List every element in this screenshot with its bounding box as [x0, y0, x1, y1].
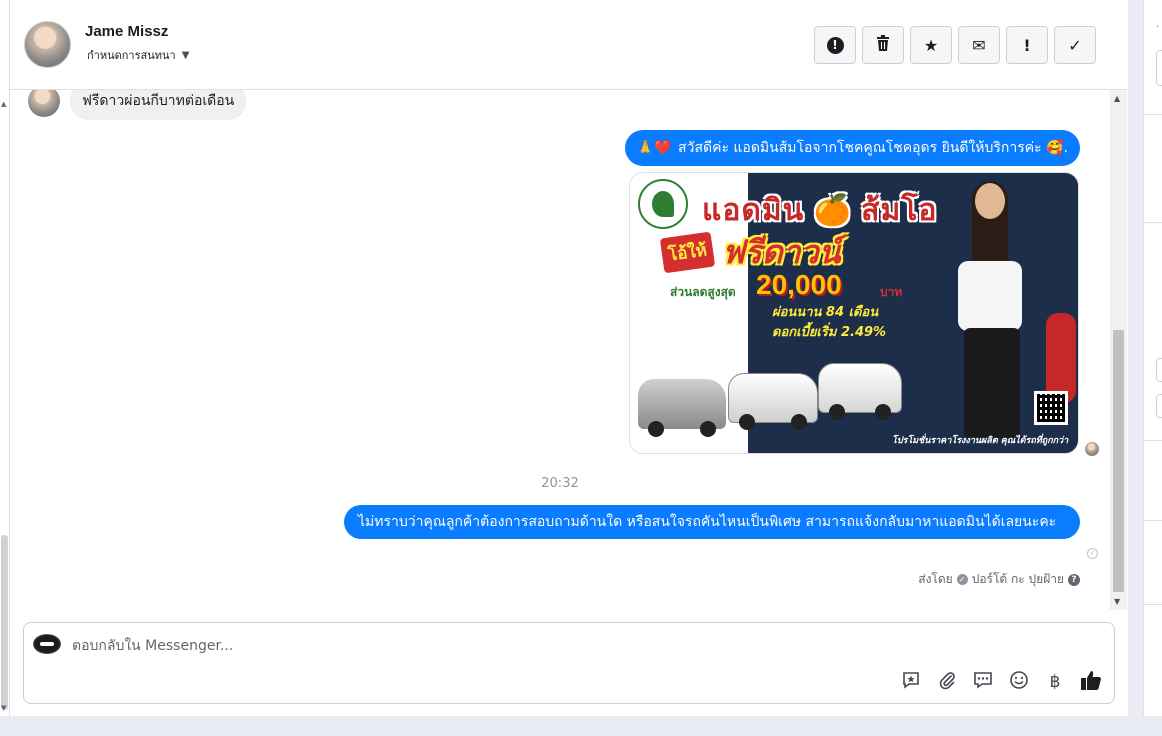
emoji-button[interactable] — [1008, 670, 1030, 695]
thread-scroll-thumb[interactable] — [1113, 330, 1124, 592]
alert-circle-icon: ! — [826, 36, 844, 54]
left-scrollbar[interactable]: ▲ ▼ — [0, 0, 10, 716]
saved-reply-icon — [901, 670, 921, 695]
mark-done-button[interactable]: ✓ — [1054, 26, 1096, 64]
conversation-header: Jame Missz กำหนดการสนทนา ▼ ! ★ ✉ ! ✓ — [10, 0, 1128, 90]
thumbs-up-icon — [1080, 669, 1102, 696]
smiley-icon — [1009, 670, 1029, 695]
header-toolbar: ! ★ ✉ ! ✓ — [814, 26, 1096, 64]
sidebar-text-fragment: · — [1156, 22, 1160, 33]
envelope-icon: ✉ — [972, 35, 986, 55]
promo-discount-amount: 20,000 — [756, 269, 842, 300]
sidebar-divider — [1144, 604, 1162, 605]
promo-give-label: โอ้ให้ — [659, 231, 716, 274]
message-thread[interactable]: ฟรีดาวผ่อนกีบาทต่อเดือน 🙏❤️ สวัสดีค่ะ แอ… — [10, 90, 1110, 610]
promo-rate: ดอกเบี้ยเริ่ม 2.49% — [772, 325, 887, 340]
contact-avatar[interactable] — [24, 21, 71, 68]
paperclip-icon — [937, 670, 957, 695]
scroll-down-arrow-icon[interactable]: ▼ — [1, 704, 6, 712]
scroll-down-arrow-icon[interactable]: ▼ — [1114, 597, 1120, 606]
check-icon: ✓ — [1068, 35, 1082, 55]
quick-reply-button[interactable] — [972, 671, 994, 693]
delete-button[interactable] — [862, 26, 904, 64]
page-footer-band — [0, 716, 1162, 736]
thread-scrollbar[interactable]: ▲ ▼ — [1110, 90, 1127, 610]
star-icon: ★ — [923, 35, 939, 55]
scroll-up-arrow-icon[interactable]: ▲ — [1114, 94, 1120, 103]
composer-toolbar: ฿ — [900, 669, 1102, 696]
page-avatar — [33, 634, 61, 654]
sedan-car-graphic — [638, 379, 726, 437]
sidebar-divider — [1144, 440, 1162, 441]
help-icon[interactable]: ? — [1068, 573, 1080, 586]
payment-button[interactable]: ฿ — [1044, 671, 1066, 693]
like-button[interactable] — [1080, 669, 1102, 696]
sidebar-divider — [1144, 114, 1162, 115]
caret-down-icon: ▼ — [181, 49, 190, 61]
sent-by-name: ปอร์โต้ กะ ปุยฝ้าย — [971, 572, 1064, 586]
assign-label: กำหนดการสนทนา — [87, 49, 176, 62]
contact-small-avatar — [28, 90, 60, 117]
promo-footer: โปรโมชั่นราคาโรงงานผลิต คุณได้รถที่ถูกกว… — [892, 436, 1069, 446]
dealer-logo-icon — [638, 179, 688, 229]
sidebar-divider — [1144, 222, 1162, 223]
saved-reply-button[interactable] — [900, 671, 922, 693]
follow-up-button[interactable]: ! — [1006, 26, 1048, 64]
delivered-check-icon: ✓ — [1087, 548, 1098, 559]
customer-info-sidebar: · — [1143, 0, 1162, 716]
mark-spam-button[interactable]: ! — [814, 26, 856, 64]
promo-model-figure — [940, 181, 1040, 453]
scroll-thumb[interactable] — [1, 535, 8, 710]
incoming-message-bubble: ฟรีดาวผ่อนกีบาทต่อเดือน — [70, 90, 247, 120]
pray-heart-emoji-icon: 🙏❤️ — [636, 140, 672, 156]
sidebar-field[interactable] — [1156, 358, 1162, 382]
attach-button[interactable] — [936, 671, 958, 693]
sidebar-divider — [1144, 520, 1162, 521]
pickup-truck-graphic — [728, 373, 818, 430]
scroll-up-arrow-icon[interactable]: ▲ — [1, 100, 6, 108]
cargo-truck-graphic — [818, 363, 902, 420]
smiling-hearts-emoji-icon: 🥰. — [1046, 140, 1068, 156]
sent-by-info: ส่งโดย ✓ ปอร์โต้ กะ ปุยฝ้าย ? — [918, 570, 1080, 589]
reply-input[interactable] — [72, 636, 872, 656]
promo-image[interactable]: แอดมิน 🍊 ส้มโอ โอ้ให้ ฟรีดาวน์ ส่วนลดสูง… — [629, 172, 1079, 454]
promo-currency: บาท — [880, 285, 903, 299]
baht-icon: ฿ — [1049, 672, 1061, 692]
reply-composer: ฿ — [23, 622, 1115, 704]
trash-icon — [876, 35, 890, 55]
exclamation-icon: ! — [1023, 35, 1031, 55]
greeting-text: สวัสดีค่ะ แอดมินส้มโอจากโชคคูณโชคอุดร ยิ… — [678, 140, 1042, 156]
outgoing-greeting-bubble: 🙏❤️ สวัสดีค่ะ แอดมินส้มโอจากโชคคูณโชคอุด… — [624, 130, 1080, 166]
outgoing-message-bubble: ไม่ทราบว่าคุณลูกค้าต้องการสอบถามด้านใด ห… — [344, 505, 1080, 539]
message-timestamp: 20:32 — [541, 476, 579, 491]
promo-discount-label: ส่วนลดสูงสุด — [670, 285, 736, 299]
sidebar-field[interactable] — [1156, 394, 1162, 418]
mark-unread-button[interactable]: ✉ — [958, 26, 1000, 64]
promo-months: ผ่อนนาน 84 เดือน — [772, 305, 879, 320]
qr-code-icon — [1034, 391, 1068, 425]
seen-by-avatar — [1085, 442, 1099, 456]
car-seat-graphic — [1046, 313, 1076, 403]
sent-by-label: ส่งโดย — [918, 572, 953, 586]
contact-name[interactable]: Jame Missz — [85, 23, 168, 40]
sidebar-field[interactable] — [1156, 50, 1162, 86]
verified-check-icon: ✓ — [956, 574, 968, 585]
star-button[interactable]: ★ — [910, 26, 952, 64]
assign-conversation-dropdown[interactable]: กำหนดการสนทนา ▼ — [87, 46, 189, 64]
chat-dots-icon — [973, 670, 993, 695]
